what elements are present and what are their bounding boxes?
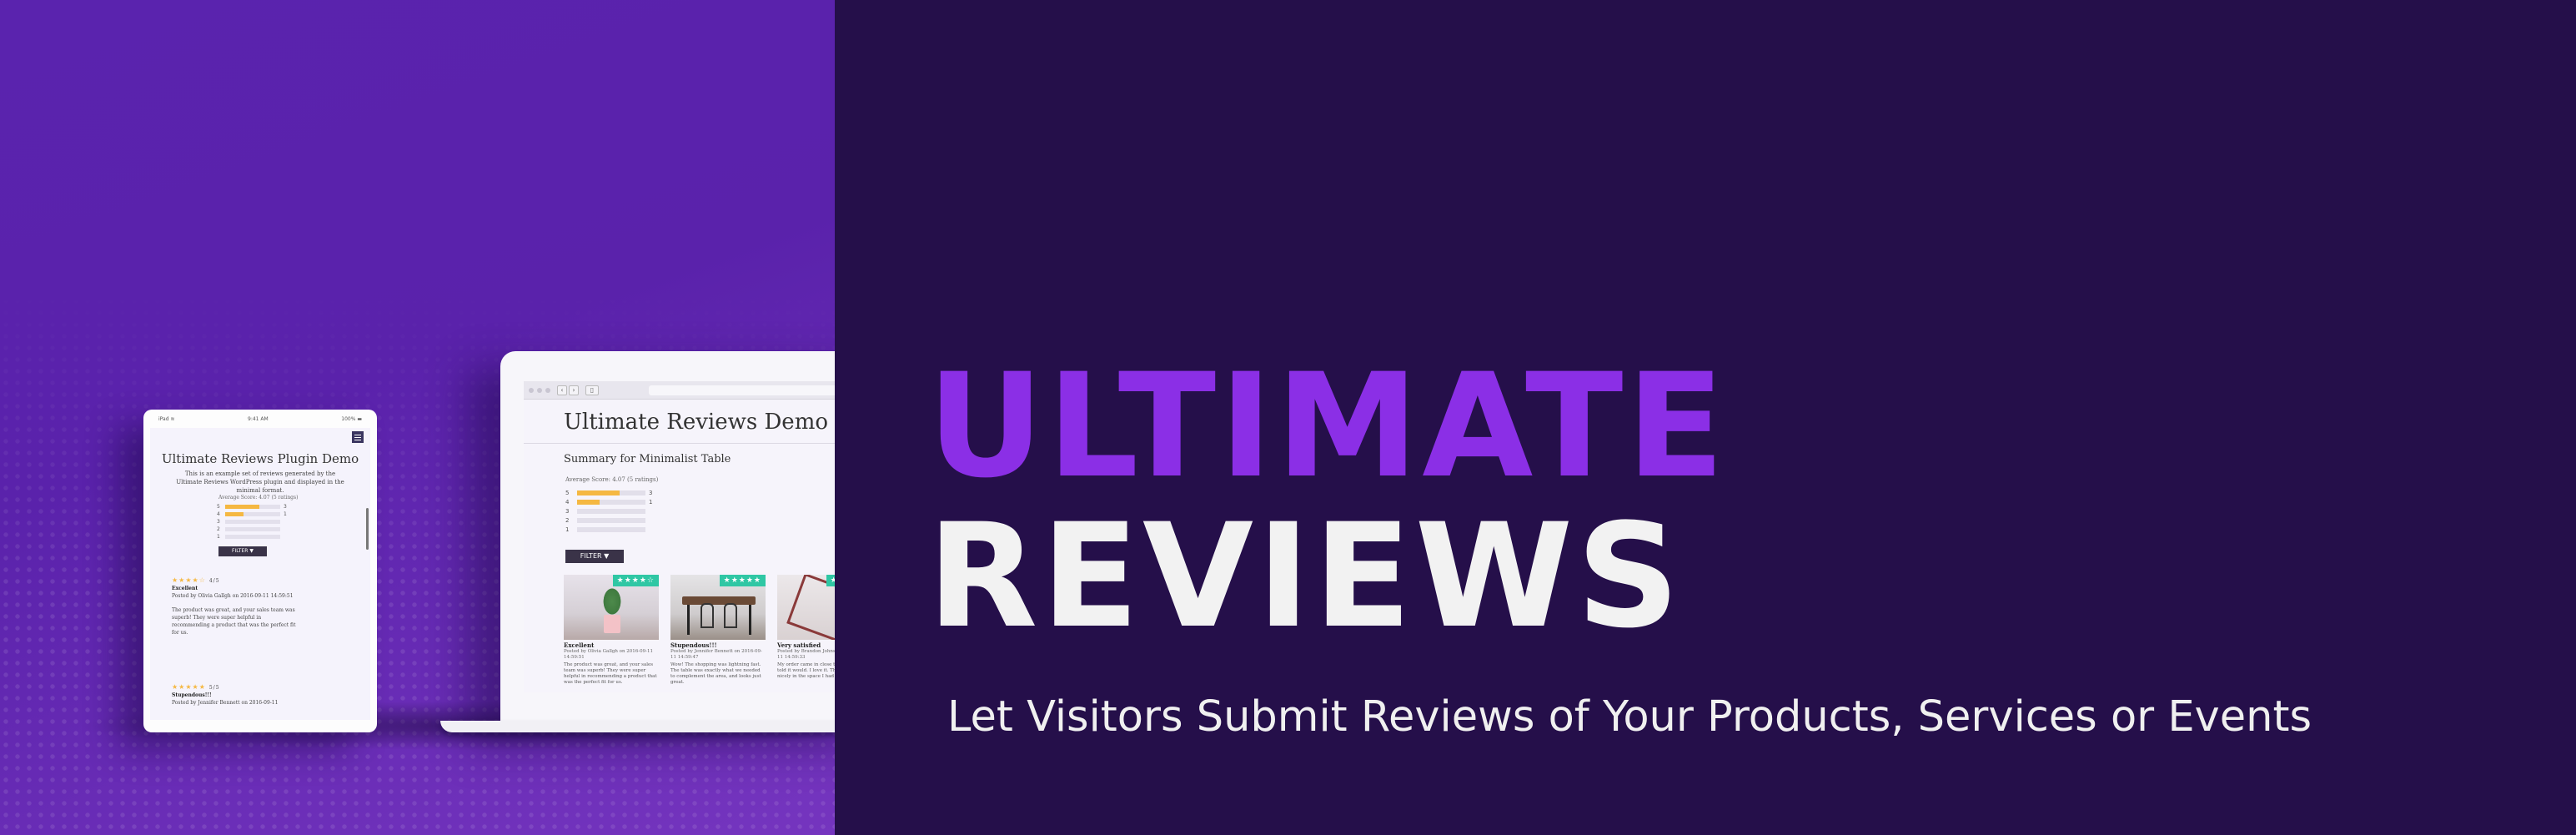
review-title: Excellent [564,641,595,649]
status-battery: 100% ▬ [341,416,362,422]
product-image-rack: ★★★★★ [777,575,835,640]
star-badge: ★★★★★ [826,575,835,586]
heading-reviews: REVIEWS [927,492,1684,660]
laptop-screen: ‹ › ▯ Ultimate Reviews Demo Summary for … [524,381,835,692]
tablet-screen: Ultimate Reviews Plugin Demo This is an … [150,428,370,720]
star-rating: ★★★★☆ 4/5 [172,576,220,584]
rating-row[interactable]: 53 [217,503,289,511]
laptop-filter-button[interactable]: FILTER ▼ [565,550,624,563]
review-meta: Posted by Jennifer Bennett on 2016-09-11… [670,649,762,660]
rating-row[interactable]: 2 [565,516,652,525]
review-meta: Posted by Olivia Gallgh on 2016-09-11 14… [564,649,653,660]
tablet-review-item: ★★★★★ 5/5 Stupendous!!! Posted by Jennife… [172,683,339,707]
review-card[interactable]: ★★★★☆ Excellent Posted by Olivia Gallgh … [564,575,659,686]
review-title: Stupendous!!! [172,692,212,698]
status-time: 9:41 AM [248,416,269,422]
back-arrow-icon[interactable]: ‹ [557,385,567,395]
forward-arrow-icon[interactable]: › [569,385,579,395]
review-meta: Posted by Jennifer Bennett on 2016-09-11 [172,700,279,706]
review-card[interactable]: ★★★★★ Very satisfied Posted by Brandon J… [777,575,835,680]
star-badge: ★★★★☆ [612,575,659,586]
laptop-page-title: Ultimate Reviews Demo [564,410,829,435]
window-dot-icon[interactable] [545,388,550,393]
rating-row[interactable]: 53 [565,488,652,497]
review-text: My order came in close to when I was tol… [777,662,835,679]
tablet-intro-text: This is an example set of reviews genera… [176,470,344,494]
hero-image-panel: iPad ≋ 9:41 AM 100% ▬ Ultimate Reviews P… [0,0,835,835]
sidebar-icon[interactable]: ▯ [585,385,599,395]
rating-row[interactable]: 3 [217,518,289,526]
rating-row[interactable]: 41 [217,511,289,518]
laptop-rating-breakdown: 53 41 3 2 1 [565,488,652,534]
rating-row[interactable]: 2 [217,526,289,533]
review-text: Wow! The shopping was lightning fast. Th… [670,662,761,685]
review-meta: Posted by Olivia Gallgh on 2016-09-11 14… [172,593,294,599]
tablet-status-bar: iPad ≋ 9:41 AM 100% ▬ [150,416,370,426]
window-dot-icon[interactable] [537,388,542,393]
status-left: iPad ≋ [158,416,175,422]
review-text: The product was great, and your sales te… [564,662,657,685]
heading-ultimate: ULTIMATE [927,342,1728,510]
laptop-base [440,721,835,732]
window-dot-icon[interactable] [529,388,534,393]
star-badge: ★★★★★ [719,575,766,586]
rating-row[interactable]: 41 [565,497,652,506]
review-text: The product was great, and your sales te… [172,607,296,636]
star-rating: ★★★★★ 5/5 [172,683,220,691]
tablet-review-item: ★★★★☆ 4/5 Excellent Posted by Olivia Gall… [172,576,339,636]
tagline: Let Visitors Submit Reviews of Your Prod… [947,692,2312,742]
rating-row[interactable]: 1 [565,525,652,534]
review-card[interactable]: ★★★★★ Stupendous!!! Posted by Jennifer B… [670,575,766,686]
tablet-mockup: iPad ≋ 9:41 AM 100% ▬ Ultimate Reviews P… [143,410,377,732]
rating-row[interactable]: 1 [217,533,289,541]
product-image-plant: ★★★★☆ [564,575,659,640]
hamburger-icon[interactable] [352,431,364,443]
summary-heading: Summary for Minimalist Table [564,453,731,465]
tablet-page-title: Ultimate Reviews Plugin Demo [161,451,359,466]
address-bar[interactable] [649,385,835,395]
review-title: Stupendous!!! [670,641,717,649]
tablet-average-score: Average Score: 4.07 (5 ratings) [218,495,299,500]
review-meta: Posted by Brandon Johnson on 2016-09-11 … [777,649,835,660]
scrollbar[interactable] [366,508,369,550]
divider [524,443,835,444]
laptop-average-score: Average Score: 4.07 (5 ratings) [565,476,659,483]
browser-toolbar: ‹ › ▯ [524,381,835,400]
tablet-rating-breakdown: 53 41 3 2 1 [217,503,289,541]
product-image-table: ★★★★★ [670,575,766,640]
tablet-filter-button[interactable]: FILTER ▼ [218,546,267,556]
rating-row[interactable]: 3 [565,506,652,516]
review-title: Very satisfied [777,641,821,649]
review-title: Excellent [172,586,198,591]
